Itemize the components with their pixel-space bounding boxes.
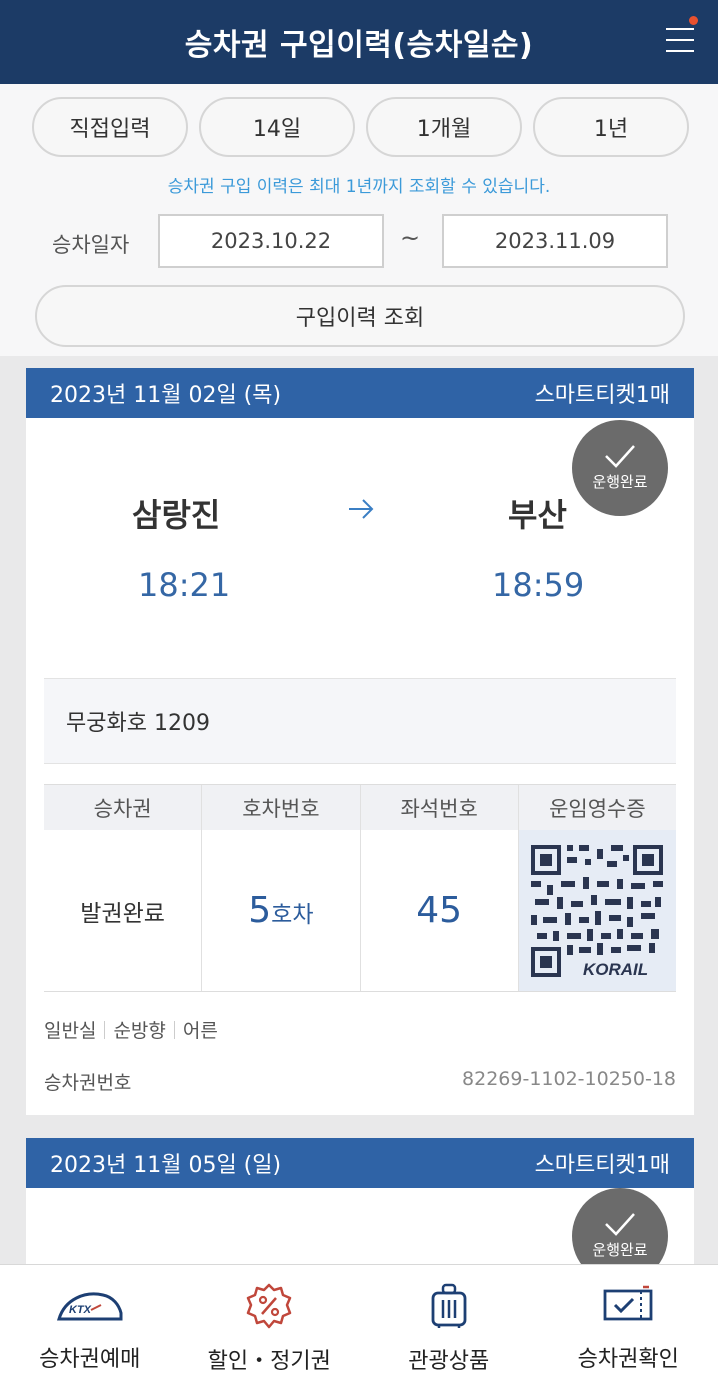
arrival-time: 18:59 [492,566,585,604]
travel-date: 2023년 11월 05일 (일) [50,1153,282,1178]
ticket-card[interactable]: 2023년 11월 02일 (목) 스마트티켓1매 운행완료 삼랑진 부산 18… [26,368,694,1115]
checkmark-icon [605,444,635,468]
completed-badge-label: 운행완료 [592,472,648,491]
divider [104,1020,106,1039]
nav-ticket-booking[interactable]: KTX 승차권예매 [0,1265,180,1373]
completed-badge-label: 운행완료 [592,1240,648,1259]
nav-ticket-check[interactable]: 승차권확인 [539,1265,718,1373]
seat-direction: 순방향 [113,1020,166,1042]
discount-badge-icon [247,1283,292,1329]
nav-label: 할인・정기권 [207,1349,331,1373]
arrow-right-icon [349,499,374,519]
range-1month-button[interactable]: 1개월 [366,97,522,157]
nav-label: 승차권예매 [39,1347,141,1372]
divider [173,1020,175,1039]
bottom-navigation: KTX 승차권예매 할인・정기권 관광상품 승차권확인 [0,1264,718,1373]
notification-dot [689,16,698,25]
search-history-button[interactable]: 구입이력 조회 [35,285,685,347]
page-title: 승차권 구입이력(승차일순) [184,28,534,63]
hamburger-menu-icon[interactable] [666,16,698,56]
table-header-row: 승차권 호차번호 좌석번호 운임영수증 [44,784,676,830]
column-header: 운임영수증 [549,796,646,821]
column-header: 좌석번호 [361,785,519,830]
end-date-field[interactable]: 2023.11.09 [442,214,668,268]
range-14days-button[interactable]: 14일 [199,97,355,157]
seat-number: 45 [416,890,463,931]
start-date-field[interactable]: 2023.10.22 [158,214,384,268]
ticket-card[interactable]: 2023년 11월 05일 (일) 스마트티켓1매 운행완료 [26,1138,694,1284]
range-1year-button[interactable]: 1년 [533,97,689,157]
range-custom-button[interactable]: 직접입력 [32,97,188,157]
ticket-check-icon [603,1285,653,1321]
car-number: 5호차 [248,890,314,931]
receipt-qr-cell[interactable]: KORAIL [518,830,676,991]
completed-badge: 운행완료 [572,420,668,516]
nav-discount-pass[interactable]: 할인・정기권 [180,1265,360,1373]
korail-logo: KORAIL [583,960,648,979]
ticket-kind: 스마트티켓1매 [534,1153,670,1178]
arrival-station: 부산 [508,496,567,534]
passenger-type: 어른 [182,1020,218,1042]
departure-station: 삼랑진 [132,496,221,534]
ticket-card-header: 2023년 11월 02일 (목) 스마트티켓1매 [26,368,694,418]
departure-time: 18:21 [138,566,231,604]
train-info: 무궁화호 1209 [44,678,676,764]
app-header: 승차권 구입이력(승차일순) [0,0,718,84]
table-row: 발권완료 5호차 45 KORAIL [44,830,676,992]
qr-code-icon[interactable]: KORAIL [527,840,668,981]
nav-label: 승차권확인 [577,1347,679,1372]
ticket-number-label: 승차권번호 [44,1072,132,1094]
date-separator: ~ [400,224,421,252]
issue-status: 발권완료 [80,900,165,927]
ticket-kind: 스마트티켓1매 [534,383,670,408]
luggage-icon [431,1283,467,1328]
nav-tour-products[interactable]: 관광상품 [359,1265,539,1373]
search-filter-panel: 직접입력 14일 1개월 1년 승차권 구입 이력은 최대 1년까지 조회할 수… [0,84,718,356]
search-notice: 승차권 구입 이력은 최대 1년까지 조회할 수 있습니다. [167,177,551,197]
date-label: 승차일자 [52,233,130,257]
ticket-number: 82269-1102-10250-18 [462,1068,676,1090]
checkmark-icon [605,1212,635,1236]
seat-class: 일반실 [44,1020,97,1042]
nav-label: 관광상품 [408,1349,490,1373]
column-header: 호차번호 [202,785,361,830]
ktx-train-icon: KTX [56,1292,123,1321]
ticket-type-info: 일반실 순방향 어른 [44,1016,218,1043]
svg-text:KTX: KTX [69,1304,92,1316]
ticket-detail-table: 승차권 호차번호 좌석번호 운임영수증 발권완료 5호차 45 KORAIL [44,784,676,992]
column-header: 승차권 [44,785,203,830]
travel-date: 2023년 11월 02일 (목) [50,383,282,408]
ticket-card-header: 2023년 11월 05일 (일) 스마트티켓1매 [26,1138,694,1188]
